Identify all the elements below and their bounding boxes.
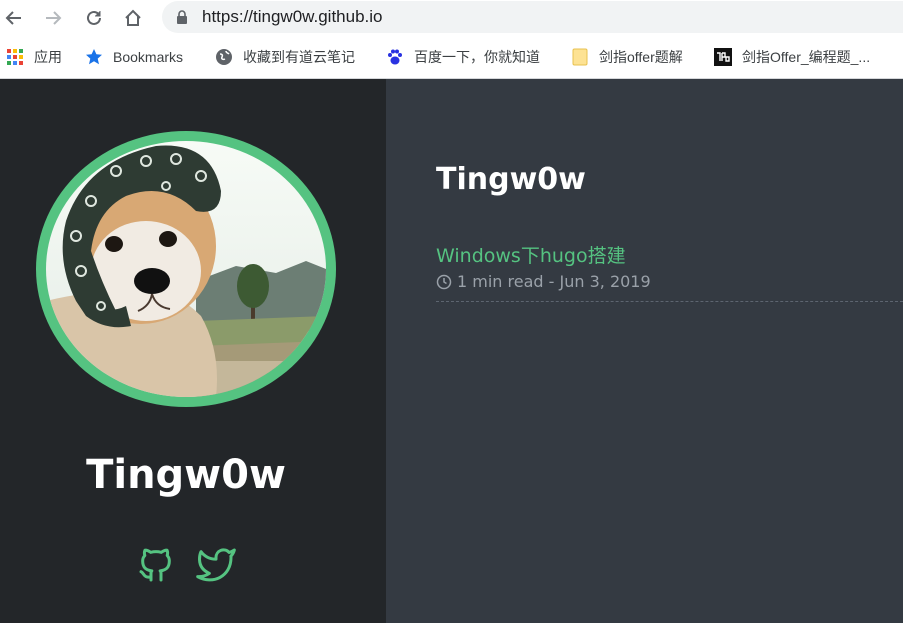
browser-toolbar: https://tingw0w.github.io [0,0,903,36]
bookmark-offer-solutions[interactable]: 剑指offer题解 [571,46,683,68]
bookmark-bookmarks[interactable]: Bookmarks [85,46,183,68]
site-title: Tingw0w [436,162,586,197]
reload-icon [87,10,101,25]
bookmark-apps[interactable]: 应用 [6,46,62,68]
bookmarks-bar: 应用 Bookmarks 收藏到有道云笔记 百度一下，你就知道 剑指offer题… [0,36,903,79]
bookmark-label: Bookmarks [113,49,184,65]
bookmark-label: 应用 [34,49,62,65]
bookmark-label: 剑指offer题解 [599,49,683,65]
bookmark-label: 百度一下，你就知道 [414,49,540,65]
bookmark-label: 收藏到有道云笔记 [243,49,355,65]
bookmark-label: 剑指Offer_编程题_... [742,49,871,65]
forward-arrow-icon [46,11,62,25]
baidu-paw-icon [386,48,404,66]
profile-sidebar: Tingw0w [0,79,386,623]
globe-icon [215,48,233,66]
nowcoder-icon [714,48,732,66]
github-link[interactable] [136,545,176,585]
url-text: https://tingw0w.github.io [202,7,383,26]
clock-icon [436,274,452,289]
bookmark-youdao[interactable]: 收藏到有道云笔记 [215,46,355,68]
home-icon [125,9,141,26]
star-icon [85,48,103,66]
folder-icon [571,48,589,66]
main-content: Tingw0w Windows下hugo搭建 1 min read - Jun … [386,79,903,623]
avatar [36,131,336,407]
apps-grid-icon [6,48,24,66]
github-icon [139,548,171,582]
bookmark-offer-programming[interactable]: 剑指Offer_编程题_... [714,46,870,68]
back-button[interactable] [2,6,26,30]
profile-name: Tingw0w [86,452,286,498]
twitter-icon [196,548,236,582]
lock-icon [177,10,187,24]
bookmark-baidu[interactable]: 百度一下，你就知道 [386,46,540,68]
post-divider [436,301,903,302]
home-button[interactable] [121,6,145,30]
avatar-image [46,141,326,397]
reload-button[interactable] [82,6,106,30]
post-meta-text: 1 min read - Jun 3, 2019 [457,272,651,291]
post-meta: 1 min read - Jun 3, 2019 [436,272,651,291]
address-bar[interactable]: https://tingw0w.github.io [162,1,903,33]
twitter-link[interactable] [196,545,236,585]
back-arrow-icon [5,11,21,25]
post-title-link[interactable]: Windows下hugo搭建 [436,241,626,268]
forward-button[interactable] [41,6,65,30]
